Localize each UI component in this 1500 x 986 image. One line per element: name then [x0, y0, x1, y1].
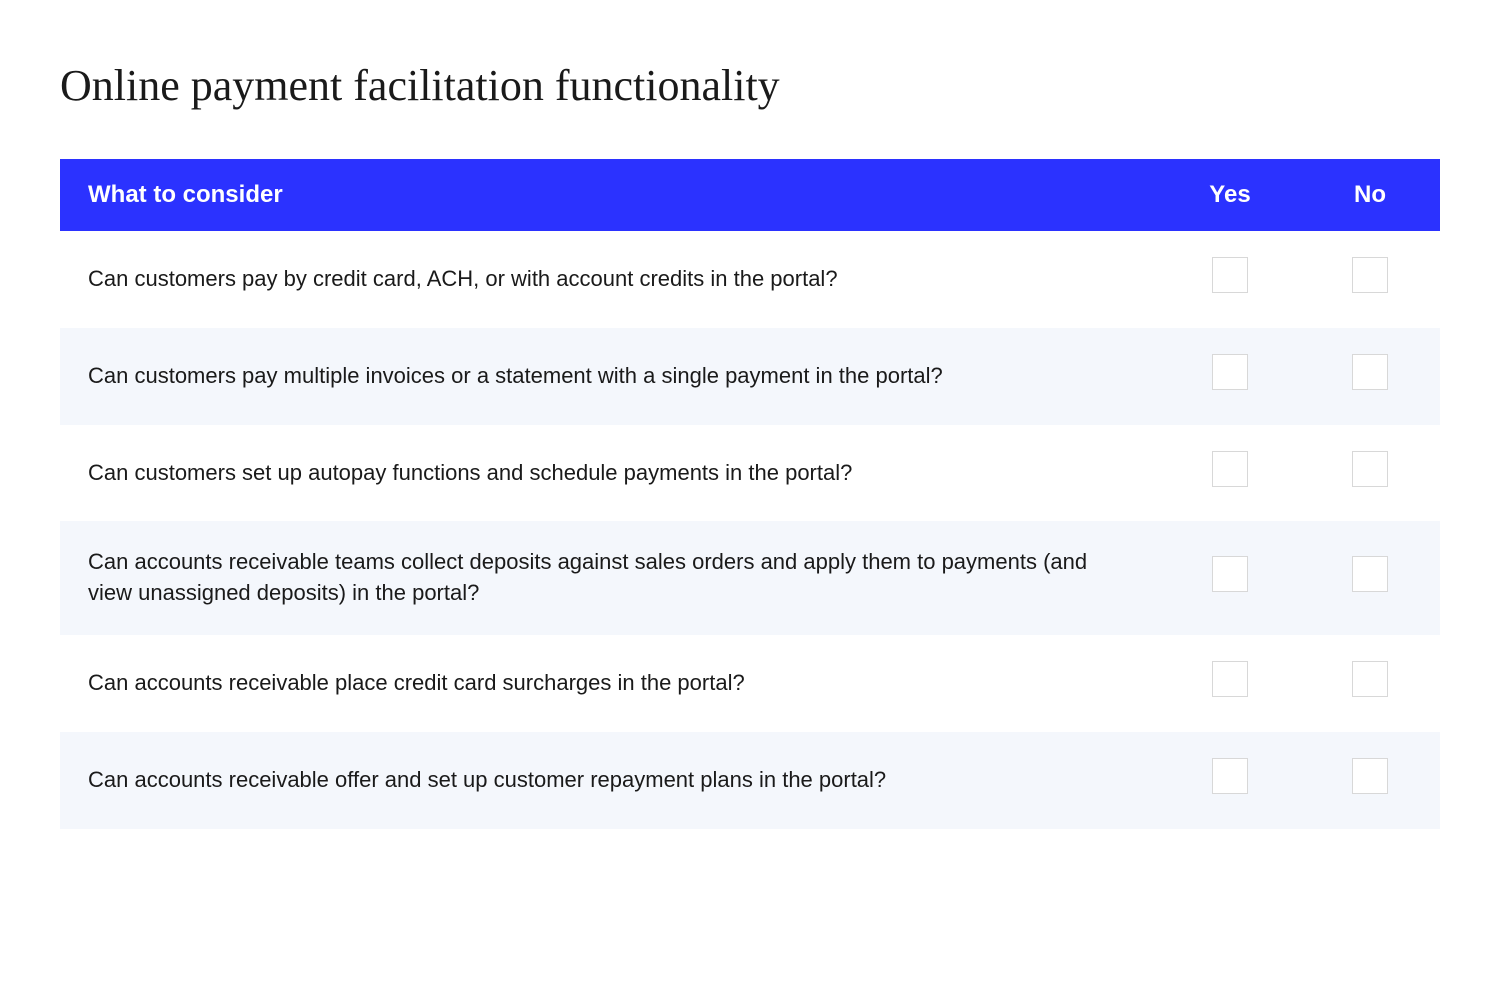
checkbox-no[interactable] — [1352, 354, 1388, 390]
checkbox-yes[interactable] — [1212, 758, 1248, 794]
checkbox-no[interactable] — [1352, 661, 1388, 697]
header-yes: Yes — [1160, 159, 1300, 231]
header-consider: What to consider — [60, 159, 1160, 231]
checkbox-yes[interactable] — [1212, 661, 1248, 697]
table-header-row: What to consider Yes No — [60, 159, 1440, 231]
question-text: Can customers pay by credit card, ACH, o… — [60, 231, 1160, 328]
question-text: Can accounts receivable teams collect de… — [60, 521, 1160, 635]
header-no: No — [1300, 159, 1440, 231]
question-text: Can customers set up autopay functions a… — [60, 425, 1160, 522]
checkbox-no[interactable] — [1352, 556, 1388, 592]
question-text: Can customers pay multiple invoices or a… — [60, 328, 1160, 425]
table-row: Can accounts receivable place credit car… — [60, 635, 1440, 732]
checkbox-yes[interactable] — [1212, 451, 1248, 487]
question-text: Can accounts receivable offer and set up… — [60, 732, 1160, 829]
checkbox-yes[interactable] — [1212, 556, 1248, 592]
checkbox-yes[interactable] — [1212, 354, 1248, 390]
question-text: Can accounts receivable place credit car… — [60, 635, 1160, 732]
checklist-table: What to consider Yes No Can customers pa… — [60, 159, 1440, 829]
table-body: Can customers pay by credit card, ACH, o… — [60, 231, 1440, 829]
table-row: Can accounts receivable offer and set up… — [60, 732, 1440, 829]
checkbox-no[interactable] — [1352, 758, 1388, 794]
table-row: Can customers pay by credit card, ACH, o… — [60, 231, 1440, 328]
checkbox-no[interactable] — [1352, 451, 1388, 487]
table-row: Can customers set up autopay functions a… — [60, 425, 1440, 522]
table-row: Can accounts receivable teams collect de… — [60, 521, 1440, 635]
checkbox-yes[interactable] — [1212, 257, 1248, 293]
table-row: Can customers pay multiple invoices or a… — [60, 328, 1440, 425]
page-title: Online payment facilitation functionalit… — [60, 60, 1440, 111]
checkbox-no[interactable] — [1352, 257, 1388, 293]
